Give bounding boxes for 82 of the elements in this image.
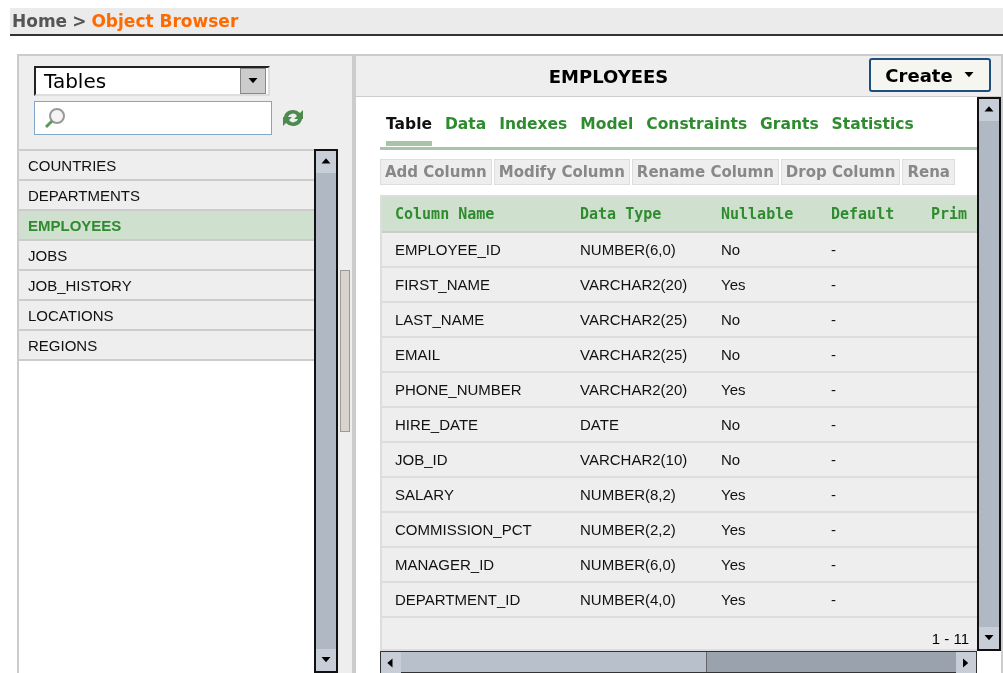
column-header: Default: [830, 205, 896, 223]
table-cell-text: Yes: [720, 521, 747, 538]
object-list-item[interactable]: JOBS: [19, 241, 314, 271]
table-cell-text: DEPARTMENT_ID: [394, 591, 522, 608]
table-cell-text: LAST_NAME: [394, 311, 486, 328]
table-cell-text: EMPLOYEE_ID: [394, 241, 502, 258]
search-field[interactable]: [34, 101, 272, 135]
table-cell-text: Yes: [720, 591, 747, 608]
table-cell-text: No: [720, 311, 742, 328]
table-cell-text: -: [830, 521, 837, 538]
table-cell-text: -: [830, 276, 837, 293]
pagination-range: 1 - 11: [931, 630, 969, 647]
column-header: Column Name: [394, 205, 496, 223]
table-cell-text: -: [830, 241, 837, 258]
dropdown-button[interactable]: [240, 68, 266, 94]
table-cell-text: No: [720, 416, 742, 433]
table-cell-text: -: [830, 486, 837, 503]
action-button[interactable]: Add Column: [380, 159, 492, 185]
tab[interactable]: Data: [444, 109, 487, 141]
table-cell-text: Yes: [720, 486, 747, 503]
tab[interactable]: Indexes: [499, 109, 568, 141]
create-button[interactable]: Create: [869, 58, 991, 92]
breadcrumb-separator: >: [72, 11, 87, 31]
column-header: Nullable: [720, 205, 795, 223]
table-cell-text: -: [830, 311, 837, 328]
object-list-item[interactable]: EMPLOYEES: [19, 211, 314, 241]
table-cell-text: MANAGER_ID: [394, 556, 496, 573]
action-button[interactable]: Modify Column: [493, 159, 630, 185]
column-header: Data Type: [579, 205, 663, 223]
table-cell-text: -: [830, 591, 837, 608]
table-cell-text: NUMBER(2,2): [579, 521, 677, 538]
table-cell-text: -: [830, 451, 837, 468]
table-cell-text: HIRE_DATE: [394, 416, 480, 433]
table-cell-text: PHONE_NUMBER: [394, 381, 523, 398]
tab[interactable]: Statistics: [831, 109, 914, 141]
table-cell-text: No: [720, 241, 742, 258]
table-cell-text: NUMBER(6,0): [579, 556, 677, 573]
table-cell-text: VARCHAR2(20): [579, 381, 689, 398]
table-cell-text: VARCHAR2(20): [579, 276, 689, 293]
horizontal-scrollbar[interactable]: [380, 651, 977, 673]
column-header: Prim: [930, 205, 969, 223]
object-list-item[interactable]: COUNTRIES: [19, 151, 314, 181]
table-cell-text: VARCHAR2(25): [579, 311, 689, 328]
vertical-scrollbar[interactable]: [314, 149, 338, 673]
table-cell-text: -: [830, 556, 837, 573]
tab[interactable]: Model: [580, 109, 634, 141]
table-cell-text: VARCHAR2(25): [579, 346, 689, 363]
object-list-item[interactable]: DEPARTMENTS: [19, 181, 314, 211]
table-cell-text: FIRST_NAME: [394, 276, 491, 293]
splitter-handle[interactable]: [340, 270, 350, 432]
table-cell-text: -: [830, 381, 837, 398]
tab[interactable]: Table: [386, 109, 432, 146]
vertical-scrollbar[interactable]: [977, 97, 1001, 651]
action-button[interactable]: Drop Column: [780, 159, 901, 185]
table-cell-text: Yes: [720, 276, 747, 293]
table-cell-text: EMAIL: [394, 346, 441, 363]
current-page: Object Browser: [91, 11, 239, 31]
action-button[interactable]: Rename Column: [631, 159, 779, 185]
table-cell-text: -: [830, 416, 837, 433]
table-cell-text: DATE: [579, 416, 620, 433]
object-list-item[interactable]: JOB_HISTORY: [19, 271, 314, 301]
tab[interactable]: Grants: [760, 109, 819, 141]
table-cell-text: NUMBER(4,0): [579, 591, 677, 608]
table-cell-text: NUMBER(6,0): [579, 241, 677, 258]
object-type-select[interactable]: Tables: [34, 66, 270, 96]
table-cell-text: VARCHAR2(10): [579, 451, 689, 468]
table-cell-text: No: [720, 346, 742, 363]
tab[interactable]: Constraints: [646, 109, 748, 141]
table-cell-text: NUMBER(8,2): [579, 486, 677, 503]
table-cell-text: No: [720, 451, 742, 468]
object-list-item[interactable]: REGIONS: [19, 331, 314, 361]
object-title: EMPLOYEES: [548, 65, 669, 87]
home-link[interactable]: Home: [12, 11, 68, 31]
search-icon: [43, 106, 67, 130]
table-cell-text: Yes: [720, 381, 747, 398]
table-cell-text: Yes: [720, 556, 747, 573]
table-cell-text: COMMISSION_PCT: [394, 521, 533, 538]
table-cell-text: JOB_ID: [394, 451, 449, 468]
table-cell-text: SALARY: [394, 486, 455, 503]
table-cell-text: -: [830, 346, 837, 363]
object-list-item[interactable]: LOCATIONS: [19, 301, 314, 331]
action-button[interactable]: Rena: [902, 159, 955, 185]
